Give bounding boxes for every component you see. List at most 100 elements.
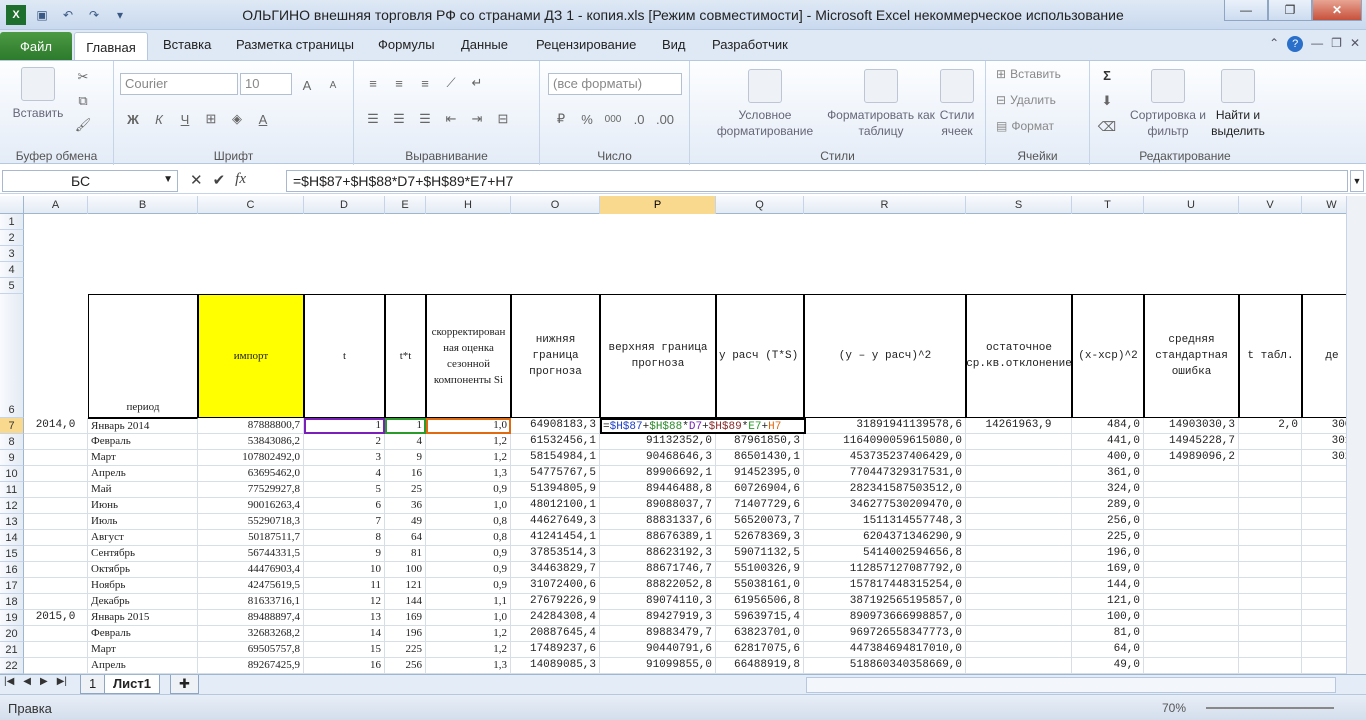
- align-top-icon[interactable]: ≡: [362, 73, 384, 93]
- cell-c21[interactable]: 69505757,8: [198, 642, 304, 658]
- cell-r22[interactable]: 518860340358669,0: [804, 658, 966, 674]
- row-header-13[interactable]: 13: [0, 514, 24, 530]
- cell-d7[interactable]: 1: [304, 418, 385, 434]
- cell-r16[interactable]: 112857127087792,0: [804, 562, 966, 578]
- copy-icon[interactable]: ⧉: [72, 91, 94, 111]
- cell-h12[interactable]: 1,0: [426, 498, 511, 514]
- cell-u11[interactable]: [1144, 482, 1239, 498]
- increase-indent-icon[interactable]: ⇥: [466, 109, 488, 129]
- cell-b8[interactable]: Февраль: [88, 434, 198, 450]
- cell-a18[interactable]: [24, 594, 88, 610]
- cell-b10[interactable]: Апрель: [88, 466, 198, 482]
- cell-s19[interactable]: [966, 610, 1072, 626]
- cell-t18[interactable]: 121,0: [1072, 594, 1144, 610]
- conditional-formatting-button[interactable]: Условное форматирование: [710, 69, 820, 139]
- column-header-w[interactable]: W: [1302, 196, 1346, 214]
- align-left-icon[interactable]: ☰: [362, 109, 384, 129]
- cell-e20[interactable]: 196: [385, 626, 426, 642]
- shrink-font-icon[interactable]: A: [322, 75, 344, 95]
- cell-r18[interactable]: 387192565195857,0: [804, 594, 966, 610]
- cell-a11[interactable]: [24, 482, 88, 498]
- cell-d19[interactable]: 13: [304, 610, 385, 626]
- cell-o9[interactable]: 58154984,1: [511, 450, 600, 466]
- cell-a22[interactable]: [24, 658, 88, 674]
- cell-w22[interactable]: [1302, 658, 1346, 674]
- cell-c13[interactable]: 55290718,3: [198, 514, 304, 530]
- cell-o15[interactable]: 37853514,3: [511, 546, 600, 562]
- cell-o18[interactable]: 27679226,9: [511, 594, 600, 610]
- cell-e17[interactable]: 121: [385, 578, 426, 594]
- tab-formulas[interactable]: Формулы: [378, 37, 435, 52]
- cell-h9[interactable]: 1,2: [426, 450, 511, 466]
- header-t[interactable]: t: [304, 294, 385, 418]
- cell-v21[interactable]: [1239, 642, 1302, 658]
- row-header-1[interactable]: 1: [0, 214, 24, 230]
- expand-formula-bar-icon[interactable]: ▼: [1350, 170, 1364, 192]
- column-header-p[interactable]: P: [600, 196, 716, 214]
- row-header-2[interactable]: 2: [0, 230, 24, 246]
- close-button[interactable]: ✕: [1312, 0, 1362, 21]
- cell-e8[interactable]: 4: [385, 434, 426, 450]
- cell-b15[interactable]: Сентябрь: [88, 546, 198, 562]
- underline-button[interactable]: Ч: [174, 109, 196, 129]
- cell-d13[interactable]: 7: [304, 514, 385, 530]
- tab-review[interactable]: Рецензирование: [536, 37, 636, 52]
- cell-b17[interactable]: Ноябрь: [88, 578, 198, 594]
- cell-h16[interactable]: 0,9: [426, 562, 511, 578]
- sheet-tab-list1[interactable]: Лист1: [104, 675, 160, 694]
- row-header-12[interactable]: 12: [0, 498, 24, 514]
- tab-insert[interactable]: Вставка: [163, 37, 211, 52]
- column-header-o[interactable]: O: [511, 196, 600, 214]
- row-header-9[interactable]: 9: [0, 450, 24, 466]
- cell-w10[interactable]: [1302, 466, 1346, 482]
- paste-button[interactable]: Вставить: [8, 67, 68, 121]
- cell-t7[interactable]: 484,0: [1072, 418, 1144, 434]
- doc-close-icon[interactable]: ✕: [1350, 36, 1360, 52]
- cell-p9[interactable]: 90468646,3: [600, 450, 716, 466]
- cell-c11[interactable]: 77529927,8: [198, 482, 304, 498]
- cell-o12[interactable]: 48012100,1: [511, 498, 600, 514]
- cell-w13[interactable]: [1302, 514, 1346, 530]
- cell-r13[interactable]: 1511314557748,3: [804, 514, 966, 530]
- cell-s7[interactable]: 14261963,9: [966, 418, 1072, 434]
- cell-u7[interactable]: 14903030,3: [1144, 418, 1239, 434]
- cell-a14[interactable]: [24, 530, 88, 546]
- column-header-b[interactable]: B: [88, 196, 198, 214]
- cell-o11[interactable]: 51394805,9: [511, 482, 600, 498]
- horizontal-scrollbar[interactable]: [806, 677, 1336, 693]
- cell-o7[interactable]: 64908183,3: [511, 418, 600, 434]
- currency-icon[interactable]: ₽: [550, 109, 572, 129]
- cell-a7[interactable]: 2014,0: [24, 418, 88, 434]
- collapse-ribbon-icon[interactable]: ⌃: [1269, 36, 1279, 52]
- cell-a16[interactable]: [24, 562, 88, 578]
- row-header-17[interactable]: 17: [0, 578, 24, 594]
- cell-d18[interactable]: 12: [304, 594, 385, 610]
- cell-e13[interactable]: 49: [385, 514, 426, 530]
- cell-s16[interactable]: [966, 562, 1072, 578]
- cell-a20[interactable]: [24, 626, 88, 642]
- cell-e12[interactable]: 36: [385, 498, 426, 514]
- cell-p20[interactable]: 89883479,7: [600, 626, 716, 642]
- cell-u21[interactable]: [1144, 642, 1239, 658]
- fill-color-icon[interactable]: ◈: [226, 109, 248, 129]
- column-header-c[interactable]: C: [198, 196, 304, 214]
- cell-d11[interactable]: 5: [304, 482, 385, 498]
- cell-a19[interactable]: 2015,0: [24, 610, 88, 626]
- cell-styles-button[interactable]: Стили ячеек: [932, 69, 982, 139]
- cell-s9[interactable]: [966, 450, 1072, 466]
- cell-h11[interactable]: 0,9: [426, 482, 511, 498]
- bold-button[interactable]: Ж: [122, 109, 144, 129]
- cell-w8[interactable]: 3016: [1302, 434, 1346, 450]
- vertical-scrollbar[interactable]: [1346, 196, 1366, 674]
- cell-b9[interactable]: Март: [88, 450, 198, 466]
- font-name-combo[interactable]: Courier: [120, 73, 238, 95]
- worksheet-grid[interactable]: ABCDEHOPQRSTUVW 1 2 3 4 5 6 период импорт t t*t ск…: [0, 196, 1346, 674]
- prev-sheet-icon[interactable]: ◀: [23, 676, 31, 687]
- row-header-20[interactable]: 20: [0, 626, 24, 642]
- wrap-text-icon[interactable]: ↵: [466, 73, 488, 93]
- cell-u15[interactable]: [1144, 546, 1239, 562]
- format-cells-button[interactable]: ▤ Формат: [996, 119, 1054, 133]
- cell-s22[interactable]: [966, 658, 1072, 674]
- cell-u10[interactable]: [1144, 466, 1239, 482]
- cell-o10[interactable]: 54775767,5: [511, 466, 600, 482]
